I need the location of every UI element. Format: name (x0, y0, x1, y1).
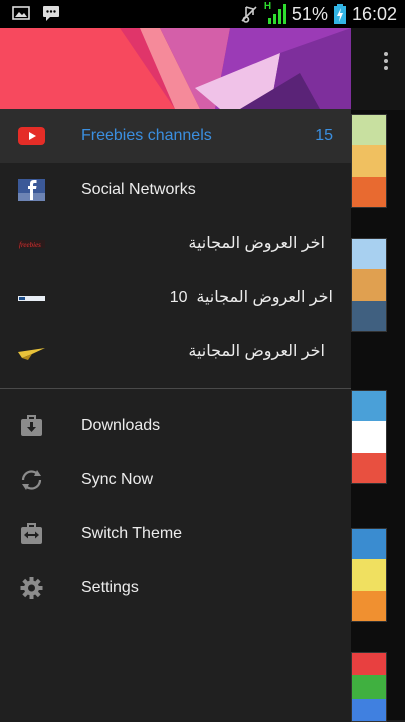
drawer-item-settings[interactable]: Settings (0, 561, 351, 615)
clock: 16:02 (351, 4, 397, 24)
mute-icon (241, 6, 257, 23)
unread-count: 10 (169, 289, 188, 306)
signal-icon: H (264, 1, 286, 25)
battery-icon (333, 4, 346, 24)
message-notification-icon (43, 6, 59, 21)
drawer-item-downloads[interactable]: Downloads (0, 399, 351, 453)
drawer-item-label: Sync Now (81, 471, 154, 488)
switch-theme-icon (21, 523, 42, 544)
facebook-icon (18, 179, 45, 201)
drawer-item-label: اخر العروض المجانية (188, 235, 325, 252)
drawer-item-label: Settings (81, 579, 139, 596)
drawer-item-feed[interactable]: اخر العروض المجانية 10 (0, 271, 351, 325)
downloads-icon (21, 415, 42, 436)
drawer-item-feed[interactable]: freebies اخر العروض المجانية (0, 217, 351, 271)
drawer-item-label: Social Networks (81, 181, 196, 198)
freebies-logo-icon: freebies (18, 240, 45, 249)
status-bar: H 51% 16:02 (0, 0, 405, 28)
drawer-item-label: Downloads (81, 417, 161, 434)
background-thumbnail[interactable] (351, 528, 387, 622)
drawer-item-label: Freebies channels (81, 127, 212, 144)
background-thumbnail[interactable] (351, 114, 387, 208)
settings-icon (20, 577, 43, 599)
drawer-item-freebies-channels[interactable]: Freebies channels 15 (0, 109, 351, 163)
background-thumbnail[interactable] (351, 238, 387, 332)
drawer-divider (0, 388, 351, 389)
drawer-item-label: اخر العروض المجانية 10 (170, 271, 333, 325)
drawer-item-sync-now[interactable]: Sync Now (0, 453, 351, 507)
youtube-icon (18, 127, 45, 145)
sync-icon (21, 470, 42, 490)
navigation-drawer: Freebies channels 15 Social Networks fre… (0, 28, 351, 720)
unread-count: 15 (315, 127, 333, 144)
image-notification-icon (12, 6, 30, 20)
background-thumbnail[interactable] (351, 390, 387, 484)
background-thumbnail[interactable] (351, 652, 387, 722)
svg-text:freebies: freebies (19, 241, 41, 249)
battery-percent: 51% (291, 4, 328, 24)
plane-logo-icon (18, 348, 45, 360)
drawer-item-label: Switch Theme (81, 525, 183, 542)
overflow-menu-icon[interactable] (384, 52, 389, 72)
drawer-item-label-text: اخر العروض المجانية (196, 289, 333, 306)
background-app-content (351, 28, 405, 722)
background-toolbar (351, 28, 405, 110)
drawer-item-feed[interactable]: اخر العروض المجانية (0, 325, 351, 379)
drawer-header-banner (0, 28, 351, 109)
drawer-item-switch-theme[interactable]: Switch Theme (0, 507, 351, 561)
drawer-item-label: اخر العروض المجانية (188, 343, 325, 360)
drawer-item-social-networks[interactable]: Social Networks (0, 163, 351, 217)
banner-logo-icon (18, 296, 45, 301)
